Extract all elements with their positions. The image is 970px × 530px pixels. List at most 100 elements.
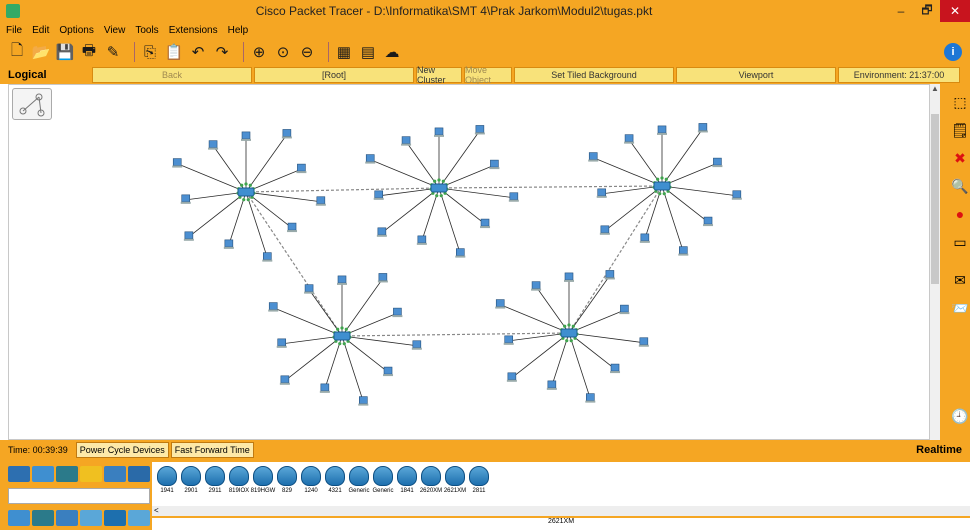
link-status-icon[interactable] bbox=[342, 342, 346, 346]
pc-icon[interactable] bbox=[531, 281, 541, 289]
pc-icon[interactable] bbox=[268, 302, 278, 310]
link-status-icon[interactable] bbox=[658, 192, 662, 196]
cluster-icon[interactable] bbox=[12, 88, 52, 120]
device-item[interactable]: 2620XM bbox=[420, 466, 442, 502]
pc-icon[interactable] bbox=[509, 192, 519, 201]
pc-icon[interactable] bbox=[417, 235, 427, 244]
pc-icon[interactable] bbox=[713, 157, 722, 166]
pc-icon[interactable] bbox=[401, 136, 411, 144]
menu-edit[interactable]: Edit bbox=[32, 25, 49, 36]
move-object-button[interactable]: Move Object bbox=[464, 65, 512, 85]
pc-icon[interactable] bbox=[504, 335, 514, 344]
pc-icon[interactable] bbox=[564, 272, 574, 281]
pc-icon[interactable] bbox=[585, 393, 595, 401]
set-tiled-background-button[interactable]: Set Tiled Background bbox=[514, 67, 674, 83]
link-status-icon[interactable] bbox=[240, 183, 244, 187]
switch-icon[interactable] bbox=[237, 187, 255, 197]
link-status-icon[interactable] bbox=[336, 327, 340, 331]
link-status-icon[interactable] bbox=[660, 176, 664, 180]
pc-icon[interactable] bbox=[624, 134, 634, 142]
link-status-icon[interactable] bbox=[338, 342, 342, 346]
pc-icon[interactable] bbox=[374, 190, 384, 199]
pc-base-icon[interactable] bbox=[546, 387, 557, 390]
device-item[interactable]: 829 bbox=[276, 466, 298, 502]
pc-icon[interactable] bbox=[455, 248, 465, 256]
environment-button[interactable]: Environment: 21:37:00 bbox=[838, 67, 960, 83]
palette-icon[interactable]: ▦ bbox=[335, 43, 353, 61]
pc-base-icon[interactable] bbox=[377, 280, 388, 283]
pc-icon[interactable] bbox=[184, 231, 194, 240]
minimize-button[interactable]: – bbox=[888, 0, 914, 22]
pc-base-icon[interactable] bbox=[276, 345, 287, 348]
pc-icon[interactable] bbox=[172, 158, 182, 166]
logical-label[interactable]: Logical bbox=[0, 69, 92, 81]
device-item[interactable]: 819IOX bbox=[228, 466, 250, 502]
redo-icon[interactable]: ↷ bbox=[213, 43, 231, 61]
copy-icon[interactable]: ⎘ bbox=[141, 43, 159, 61]
device-item[interactable]: 2911 bbox=[204, 466, 226, 502]
link-status-icon[interactable] bbox=[565, 339, 569, 343]
components-icon[interactable] bbox=[56, 466, 78, 482]
scroll-up-icon[interactable]: ▲ bbox=[930, 84, 940, 96]
menu-tools[interactable]: Tools bbox=[135, 25, 158, 36]
link-status-icon[interactable] bbox=[340, 326, 344, 330]
zoom-in-icon[interactable]: ⊕ bbox=[250, 43, 268, 61]
pc-icon[interactable] bbox=[282, 129, 292, 137]
pc-base-icon[interactable] bbox=[588, 159, 599, 162]
pc-base-icon[interactable] bbox=[639, 240, 650, 243]
menu-view[interactable]: View bbox=[104, 25, 126, 36]
pc-base-icon[interactable] bbox=[731, 197, 742, 200]
restore-button[interactable]: 🗗 bbox=[914, 0, 940, 22]
pc-base-icon[interactable] bbox=[619, 312, 630, 315]
scroll-thumb[interactable] bbox=[931, 114, 939, 284]
realtime-clock-icon[interactable]: 🕘 bbox=[950, 406, 970, 426]
add-complex-pdu-icon[interactable]: 📨 bbox=[950, 298, 970, 318]
pc-icon[interactable] bbox=[547, 380, 557, 389]
pc-icon[interactable] bbox=[588, 152, 598, 160]
pc-icon[interactable] bbox=[297, 163, 306, 172]
activity-wizard-icon[interactable]: ✎ bbox=[104, 43, 122, 61]
pc-base-icon[interactable] bbox=[480, 226, 491, 229]
pc-base-icon[interactable] bbox=[610, 371, 621, 374]
pc-icon[interactable] bbox=[640, 233, 650, 242]
pc-base-icon[interactable] bbox=[508, 199, 519, 202]
close-button[interactable]: ✕ bbox=[940, 0, 970, 22]
pc-base-icon[interactable] bbox=[564, 279, 574, 282]
pc-icon[interactable] bbox=[377, 227, 387, 236]
wan-emulation-icon[interactable] bbox=[128, 510, 150, 526]
pc-base-icon[interactable] bbox=[474, 132, 485, 135]
pc-base-icon[interactable] bbox=[281, 136, 292, 139]
note-icon[interactable]: 🗒 bbox=[950, 120, 970, 140]
pc-icon[interactable] bbox=[365, 154, 375, 162]
pc-icon[interactable] bbox=[262, 252, 272, 260]
pc-base-icon[interactable] bbox=[596, 195, 607, 198]
pc-icon[interactable] bbox=[605, 270, 615, 278]
paste-icon[interactable]: 📋 bbox=[165, 43, 184, 61]
pc-icon[interactable] bbox=[412, 340, 422, 349]
link-status-icon[interactable] bbox=[662, 192, 666, 196]
pc-icon[interactable] bbox=[316, 196, 326, 205]
wireless-icon[interactable] bbox=[80, 510, 102, 526]
pc-base-icon[interactable] bbox=[638, 344, 649, 347]
undo-icon[interactable]: ↶ bbox=[189, 43, 207, 61]
pc-icon[interactable] bbox=[337, 275, 347, 284]
device-item[interactable]: 4321 bbox=[324, 466, 346, 502]
pc-base-icon[interactable] bbox=[383, 374, 394, 377]
pc-icon[interactable] bbox=[224, 239, 234, 248]
add-simple-pdu-icon[interactable]: ✉ bbox=[950, 270, 970, 290]
save-icon[interactable]: 💾 bbox=[56, 43, 75, 61]
link-status-icon[interactable] bbox=[569, 339, 573, 343]
link-status-icon[interactable] bbox=[656, 177, 660, 181]
link-status-icon[interactable] bbox=[563, 324, 567, 328]
pc-icon[interactable] bbox=[480, 218, 490, 227]
pc-base-icon[interactable] bbox=[531, 288, 542, 291]
pc-base-icon[interactable] bbox=[183, 238, 194, 241]
zoom-reset-icon[interactable]: ⊙ bbox=[274, 43, 292, 61]
menu-options[interactable]: Options bbox=[59, 25, 93, 36]
pc-icon[interactable] bbox=[208, 140, 218, 148]
pc-base-icon[interactable] bbox=[503, 342, 514, 345]
link-status-icon[interactable] bbox=[439, 194, 443, 198]
print-icon[interactable]: 🖶 bbox=[80, 42, 98, 61]
link-status-icon[interactable] bbox=[246, 198, 250, 202]
fast-forward-button[interactable]: Fast Forward Time bbox=[170, 442, 254, 458]
